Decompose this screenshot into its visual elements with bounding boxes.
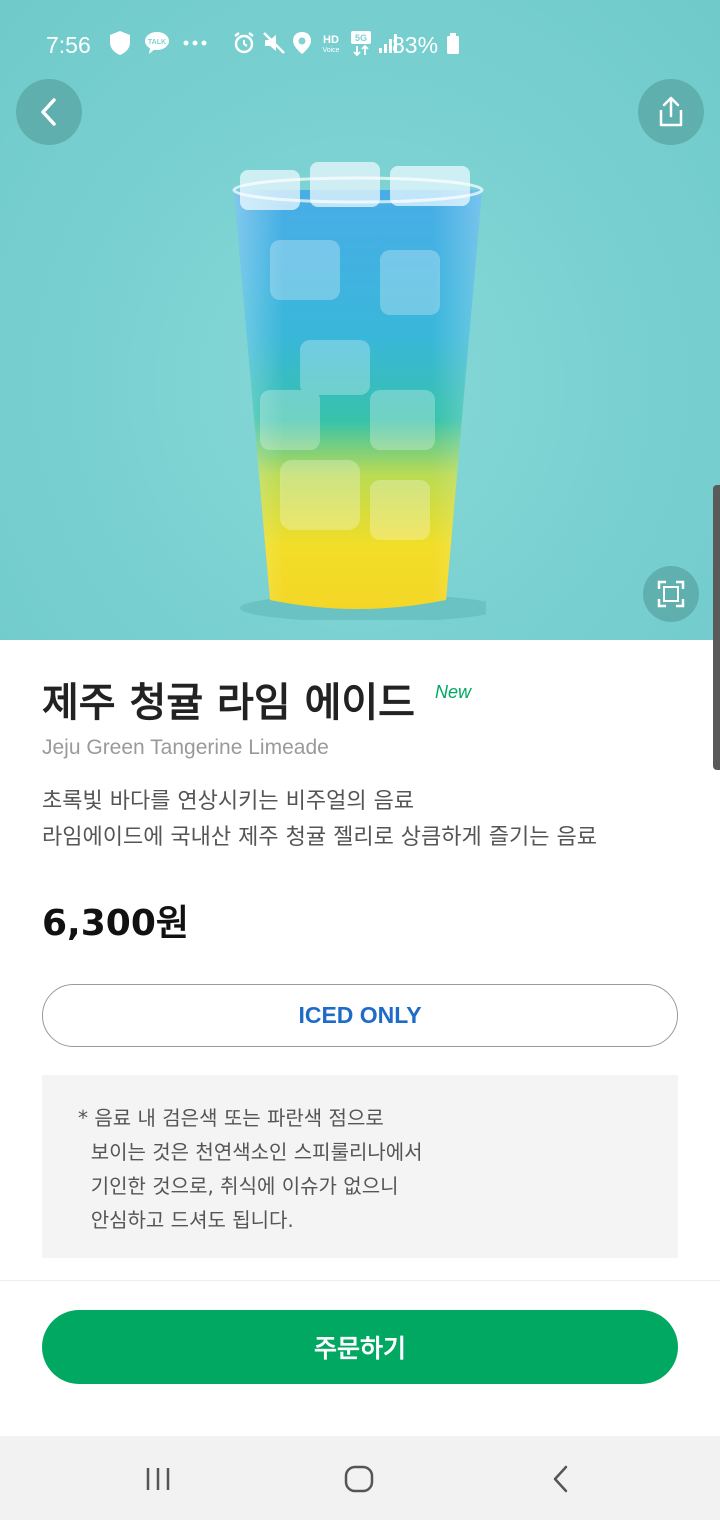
home-icon bbox=[344, 1465, 374, 1493]
nav-back-button[interactable] bbox=[548, 1464, 574, 1494]
hd-voice-icon: HD Voice bbox=[318, 31, 344, 55]
temperature-option-label: ICED ONLY bbox=[298, 1002, 422, 1028]
description-line: 라임에이드에 국내산 제주 청귤 젤리로 상큼하게 즐기는 음료 bbox=[42, 825, 597, 850]
scroll-indicator[interactable] bbox=[713, 485, 720, 770]
location-icon bbox=[292, 31, 312, 55]
battery-percent: 83% bbox=[392, 32, 439, 58]
share-button[interactable] bbox=[638, 79, 704, 145]
description-line: 초록빛 바다를 연상시키는 비주얼의 음료 bbox=[42, 789, 415, 814]
drink-image bbox=[232, 162, 486, 620]
order-bar: 주문하기 bbox=[0, 1280, 720, 1436]
mute-icon bbox=[262, 31, 286, 55]
back-icon bbox=[553, 1465, 568, 1493]
product-description: 초록빛 바다를 연상시키는 비주얼의 음료 라임에이드에 국내산 제주 청귤 젤… bbox=[42, 784, 597, 856]
product-hero-image: 7:56 TALK HD Voice 5G 83% bbox=[0, 0, 720, 640]
product-price: 6,300원 bbox=[42, 903, 189, 944]
back-button[interactable] bbox=[16, 79, 82, 145]
5g-icon: 5G bbox=[350, 30, 372, 56]
order-button-label: 주문하기 bbox=[313, 1334, 406, 1363]
recent-apps-icon bbox=[146, 1468, 170, 1490]
new-badge: New bbox=[434, 682, 471, 702]
status-bar: 7:56 TALK HD Voice 5G 83% bbox=[0, 0, 720, 90]
status-time: 7:56 bbox=[46, 32, 91, 58]
talk-icon: TALK bbox=[144, 31, 170, 55]
svg-text:5G: 5G bbox=[355, 33, 367, 43]
notice-text: * 음료 내 검은색 또는 파란색 점으로 보이는 것은 천연색소인 스피룰리나… bbox=[78, 1106, 423, 1232]
alarm-icon bbox=[232, 31, 256, 55]
recent-apps-button[interactable] bbox=[143, 1464, 173, 1494]
fullscreen-button[interactable] bbox=[643, 566, 699, 622]
home-button[interactable] bbox=[343, 1464, 375, 1494]
order-button[interactable]: 주문하기 bbox=[42, 1310, 678, 1384]
chevron-left-icon bbox=[41, 98, 56, 126]
svg-text:TALK: TALK bbox=[148, 39, 166, 46]
svg-text:HD: HD bbox=[323, 34, 339, 46]
svg-text:Voice: Voice bbox=[322, 47, 339, 54]
shield-icon bbox=[108, 30, 132, 56]
product-name-en: Jeju Green Tangerine Limeade bbox=[42, 736, 329, 759]
fullscreen-icon bbox=[657, 580, 685, 608]
notice-box: * 음료 내 검은색 또는 파란색 점으로 보이는 것은 천연색소인 스피룰리나… bbox=[42, 1075, 678, 1258]
system-nav-bar bbox=[0, 1436, 720, 1520]
share-icon bbox=[659, 96, 683, 127]
more-dots-icon bbox=[182, 39, 208, 47]
temperature-option[interactable]: ICED ONLY bbox=[42, 984, 678, 1047]
product-name-ko: 제주 청귤 라임 에이드 bbox=[42, 680, 415, 726]
title-row: 제주 청귤 라임 에이드 New bbox=[42, 678, 471, 728]
battery-icon bbox=[446, 33, 460, 55]
